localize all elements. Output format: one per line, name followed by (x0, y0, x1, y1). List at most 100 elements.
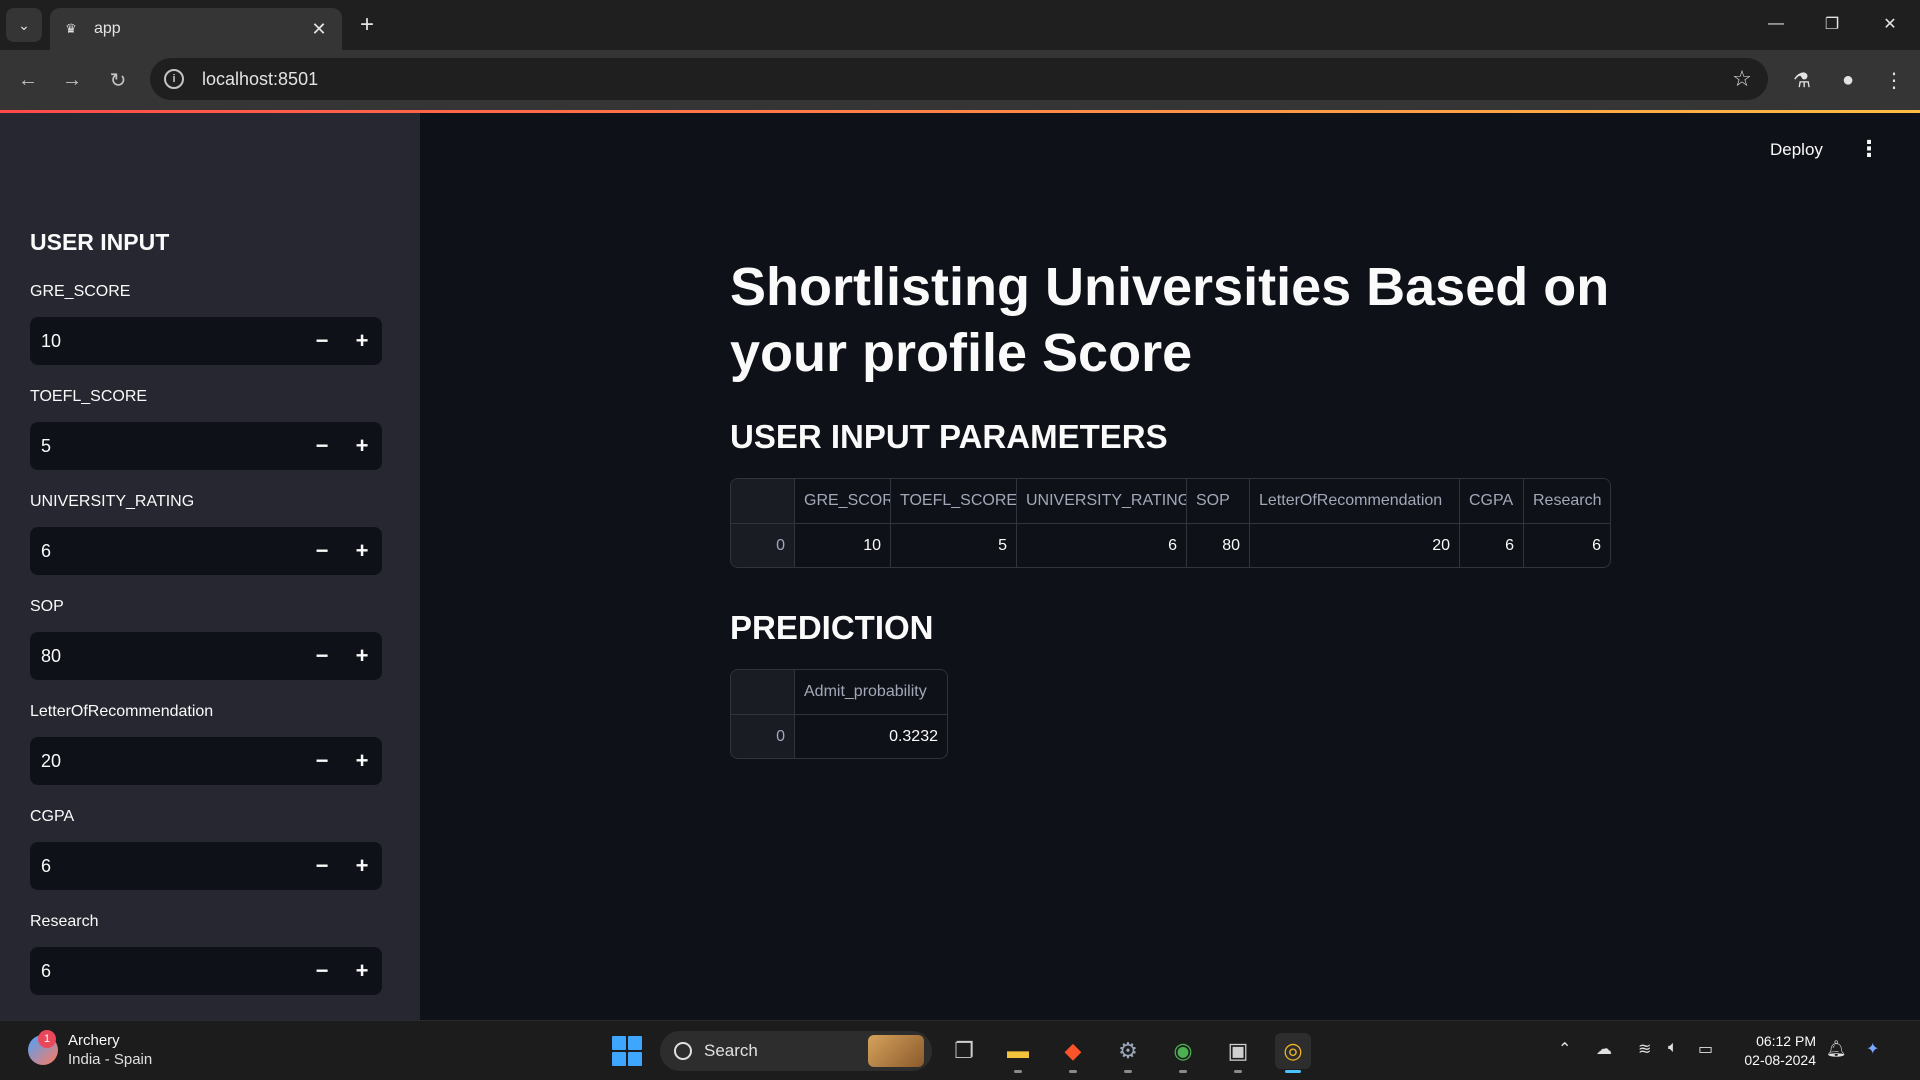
bookmark-star-icon[interactable]: ☆ (1724, 66, 1760, 92)
table-cell[interactable]: 6 (1017, 524, 1187, 567)
chrome-beta-icon[interactable]: ◎ (1275, 1033, 1311, 1073)
browser-menu-icon[interactable]: ⋮ (1878, 64, 1910, 96)
params-table[interactable]: GRE_SCORE TOEFL_SCORE UNIVERSITY_RATING … (730, 478, 1611, 568)
profile-avatar-icon[interactable]: ● (1832, 64, 1864, 96)
params-heading: USER INPUT PARAMETERS (730, 418, 1168, 455)
browser-tab[interactable]: ♛ app ✕ (50, 8, 342, 50)
show-hidden-icons-chevron-icon[interactable]: ⌃ (1558, 1039, 1571, 1059)
battery-icon[interactable]: ▭ (1698, 1039, 1713, 1059)
column-header[interactable]: GRE_SCORE (795, 479, 891, 523)
increment-button[interactable]: + (342, 632, 382, 680)
column-header[interactable]: UNIVERSITY_RATING (1017, 479, 1187, 523)
decrement-button[interactable]: − (302, 737, 342, 785)
number-input[interactable]: 6 − + (30, 527, 382, 575)
increment-button[interactable]: + (342, 527, 382, 575)
field-letter-of-recommendation: LetterOfRecommendation 20 − + (30, 703, 382, 785)
table-header-row: Admit_probability (731, 670, 947, 714)
field-gre-score: GRE_SCORE 10 − + (30, 283, 382, 365)
table-cell[interactable]: 10 (795, 524, 891, 567)
column-header[interactable]: Research (1524, 479, 1610, 523)
minimize-icon[interactable]: — (1754, 8, 1798, 40)
field-label: CGPA (30, 808, 75, 825)
news-title: Archery (68, 1032, 120, 1049)
terminal-icon[interactable]: ▣ (1220, 1033, 1256, 1073)
decrement-button[interactable]: − (302, 842, 342, 890)
close-tab-icon[interactable]: ✕ (308, 19, 330, 40)
close-window-icon[interactable]: ✕ (1868, 8, 1912, 40)
input-value[interactable]: 5 (30, 436, 302, 457)
table-cell[interactable]: 6 (1460, 524, 1524, 567)
windows-start-icon[interactable] (612, 1036, 642, 1066)
deploy-button[interactable]: Deploy (1770, 140, 1823, 160)
wifi-icon[interactable]: ≋ (1638, 1039, 1651, 1059)
number-input[interactable]: 6 − + (30, 947, 382, 995)
copilot-icon[interactable]: ✦ (1866, 1039, 1879, 1059)
reload-icon[interactable]: ↻ (102, 64, 134, 96)
page-title: Shortlisting Universities Based on your … (730, 257, 1610, 383)
taskbar-search[interactable]: Search (660, 1031, 932, 1071)
address-bar[interactable]: i localhost:8501 ☆ (150, 58, 1768, 100)
labs-flask-icon[interactable]: ⚗ (1786, 64, 1818, 96)
increment-button[interactable]: + (342, 737, 382, 785)
tab-search-chevron-icon[interactable]: ⌄ (6, 8, 42, 42)
table-cell[interactable]: 80 (1187, 524, 1250, 567)
table-cell[interactable]: 6 (1524, 524, 1610, 567)
increment-button[interactable]: + (342, 317, 382, 365)
column-header[interactable]: Admit_probability (795, 670, 947, 714)
browser-tab-strip: ⌄ ♛ app ✕ + — ❐ ✕ (0, 0, 1920, 50)
column-header[interactable]: SOP (1187, 479, 1250, 523)
increment-button[interactable]: + (342, 842, 382, 890)
increment-button[interactable]: + (342, 947, 382, 995)
number-input[interactable]: 10 − + (30, 317, 382, 365)
task-view-icon[interactable]: ❐ (946, 1033, 982, 1069)
table-cell[interactable]: 0.3232 (795, 715, 947, 758)
crown-icon: ♛ (65, 21, 77, 36)
restore-icon[interactable]: ❐ (1810, 8, 1854, 40)
number-input[interactable]: 80 − + (30, 632, 382, 680)
input-value[interactable]: 6 (30, 856, 302, 877)
chrome-profile-icon[interactable]: ◉ (1165, 1033, 1201, 1073)
onedrive-cloud-icon[interactable]: ☁ (1596, 1039, 1612, 1059)
new-tab-plus-icon[interactable]: + (352, 10, 382, 40)
table-cell[interactable]: 20 (1250, 524, 1460, 567)
table-header-row: GRE_SCORE TOEFL_SCORE UNIVERSITY_RATING … (731, 479, 1610, 523)
field-university-rating: UNIVERSITY_RATING 6 − + (30, 493, 382, 575)
forward-arrow-icon[interactable]: → (56, 64, 88, 96)
number-input[interactable]: 20 − + (30, 737, 382, 785)
column-header[interactable]: LetterOfRecommendation (1250, 479, 1460, 523)
prediction-table[interactable]: Admit_probability 0 0.3232 (730, 669, 948, 759)
app-menu-icon[interactable]: ⋮ (1858, 136, 1880, 162)
browser-toolbar: ← → ↻ i localhost:8501 ☆ ⚗ ● ⋮ (0, 50, 1920, 110)
column-header[interactable]: CGPA (1460, 479, 1524, 523)
settings-gear-icon[interactable]: ⚙ (1110, 1033, 1146, 1073)
decrement-button[interactable]: − (302, 527, 342, 575)
input-value[interactable]: 6 (30, 541, 302, 562)
decrement-button[interactable]: − (302, 422, 342, 470)
widgets-news[interactable]: 1 Archery India - Spain (28, 1030, 152, 1069)
taskbar-clock[interactable]: 06:12 PM 02-08-2024 (1730, 1032, 1816, 1070)
search-icon (674, 1042, 692, 1060)
notification-bell-icon[interactable]: 🔔︎ (1826, 1039, 1846, 1059)
index-header (731, 479, 795, 523)
input-value[interactable]: 20 (30, 751, 302, 772)
input-value[interactable]: 10 (30, 331, 302, 352)
back-arrow-icon[interactable]: ← (12, 64, 44, 96)
file-explorer-icon[interactable]: ▬ (1000, 1033, 1036, 1073)
table-cell[interactable]: 5 (891, 524, 1017, 567)
volume-icon[interactable]: 🔈︎ (1668, 1039, 1678, 1057)
field-cgpa: CGPA 6 − + (30, 808, 382, 890)
site-info-icon[interactable]: i (164, 69, 184, 89)
decrement-button[interactable]: − (302, 947, 342, 995)
column-header[interactable]: TOEFL_SCORE (891, 479, 1017, 523)
decrement-button[interactable]: − (302, 317, 342, 365)
input-value[interactable]: 6 (30, 961, 302, 982)
decrement-button[interactable]: − (302, 632, 342, 680)
number-input[interactable]: 6 − + (30, 842, 382, 890)
taskbar: 1 Archery India - Spain Search ❐ ▬ ◆ ⚙ ◉… (0, 1020, 1920, 1080)
number-input[interactable]: 5 − + (30, 422, 382, 470)
increment-button[interactable]: + (342, 422, 382, 470)
input-value[interactable]: 80 (30, 646, 302, 667)
notification-badge: 1 (38, 1030, 56, 1048)
brave-browser-icon[interactable]: ◆ (1055, 1033, 1091, 1073)
url-text[interactable]: localhost:8501 (202, 69, 1724, 90)
